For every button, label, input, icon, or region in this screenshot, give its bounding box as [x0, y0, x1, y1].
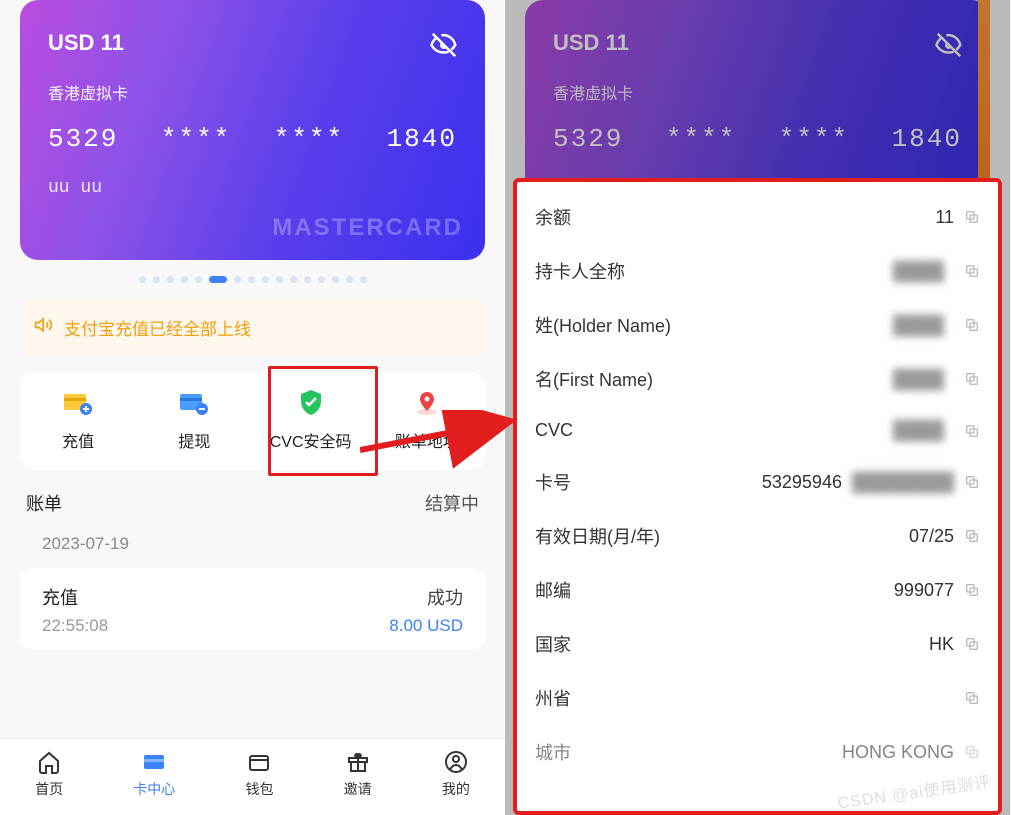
- copy-icon[interactable]: [964, 423, 980, 439]
- bill-result: 成功: [427, 584, 463, 610]
- card-pager[interactable]: [20, 276, 485, 283]
- notice-text: 支付宝充值已经全部上线: [64, 315, 251, 340]
- bill-type: 充值: [42, 584, 78, 610]
- tab-me[interactable]: 我的: [442, 749, 470, 799]
- card-brand-label: MASTERCARD: [272, 214, 463, 242]
- copy-icon[interactable]: [964, 528, 980, 544]
- tab-home[interactable]: 首页: [35, 749, 63, 799]
- detail-row: 城市 HONG KONG: [517, 725, 998, 765]
- detail-value: HK: [929, 634, 954, 655]
- detail-value: 07/25: [909, 526, 954, 547]
- detail-label: 城市: [535, 739, 571, 765]
- phone-screen-left: USD 11 香港虚拟卡 5329 **** **** 1840 uu uu M…: [0, 0, 505, 815]
- action-recharge[interactable]: 充值: [20, 390, 136, 452]
- detail-label: 姓(Holder Name): [535, 312, 671, 338]
- tab-wallet[interactable]: 钱包: [245, 749, 273, 799]
- gift-icon: [345, 749, 371, 775]
- card-details-modal: 余额11持卡人全称████姓(Holder Name)████名(First N…: [513, 178, 1002, 815]
- notice-banner[interactable]: 支付宝充值已经全部上线: [20, 299, 485, 356]
- tab-card-center[interactable]: 卡中心: [133, 749, 175, 799]
- detail-label: CVC: [535, 420, 573, 441]
- detail-label: 国家: [535, 631, 571, 657]
- detail-row: 有效日期(月/年) 07/25: [517, 509, 998, 563]
- card-icon: [141, 749, 167, 775]
- detail-value: HONG KONG: [842, 742, 954, 763]
- card-holder: uu uu: [48, 178, 457, 198]
- speaker-icon: [34, 315, 54, 340]
- bill-amount: 8.00 USD: [389, 616, 463, 636]
- action-withdraw[interactable]: 提现: [136, 390, 252, 452]
- copy-icon[interactable]: [964, 744, 980, 760]
- detail-value: 11: [935, 207, 954, 228]
- copy-icon[interactable]: [964, 209, 980, 225]
- recharge-icon: [63, 390, 93, 416]
- bill-item[interactable]: 充值 成功 22:55:08 8.00 USD: [20, 568, 485, 650]
- card-number: 5329 **** **** 1840: [48, 124, 457, 154]
- detail-row: 国家 HK: [517, 617, 998, 671]
- location-icon: [412, 390, 442, 416]
- bill-time: 22:55:08: [42, 616, 108, 636]
- copy-icon[interactable]: [964, 371, 980, 387]
- phone-screen-right: USD 11 香港虚拟卡 5329********1840 余额11持卡人全称█…: [505, 0, 1010, 815]
- copy-icon[interactable]: [964, 690, 980, 706]
- home-icon: [36, 749, 62, 775]
- bill-date: 2023-07-19: [20, 530, 485, 568]
- person-icon: [443, 749, 469, 775]
- wallet-icon: [246, 749, 272, 775]
- actions-panel: 充值 提现 CVC安全码 账单地址: [20, 372, 485, 470]
- detail-label: 余额: [535, 204, 571, 230]
- detail-row: 持卡人全称████: [517, 244, 998, 298]
- eye-off-icon: [934, 30, 964, 52]
- withdraw-icon: [179, 390, 209, 416]
- card-name: 香港虚拟卡: [48, 80, 457, 104]
- copy-icon[interactable]: [964, 263, 980, 279]
- detail-row: 余额 11: [517, 190, 998, 244]
- detail-row: 名(First Name)████: [517, 352, 998, 406]
- detail-row: CVC████: [517, 406, 998, 455]
- detail-label: 州省: [535, 685, 571, 711]
- detail-value: 999077: [894, 580, 954, 601]
- tab-bar: 首页 卡中心 钱包 邀请 我的: [0, 738, 505, 815]
- detail-row: 邮编 999077: [517, 563, 998, 617]
- card-balance: USD 11: [48, 30, 457, 56]
- detail-row: 姓(Holder Name)████: [517, 298, 998, 352]
- action-billing-address[interactable]: 账单地址: [369, 390, 485, 452]
- tab-invite[interactable]: 邀请: [344, 749, 372, 799]
- bills-title: 账单: [26, 490, 62, 516]
- detail-row: 州省: [517, 671, 998, 725]
- bills-header: 账单 结算中: [20, 490, 485, 530]
- copy-icon[interactable]: [964, 317, 980, 333]
- detail-label: 持卡人全称: [535, 258, 625, 284]
- copy-icon[interactable]: [964, 636, 980, 652]
- detail-label: 邮编: [535, 577, 571, 603]
- detail-label: 卡号: [535, 469, 571, 495]
- bills-status[interactable]: 结算中: [425, 490, 479, 516]
- copy-icon[interactable]: [964, 474, 980, 490]
- virtual-card[interactable]: USD 11 香港虚拟卡 5329 **** **** 1840 uu uu M…: [20, 0, 485, 260]
- detail-label: 有效日期(月/年): [535, 523, 660, 549]
- detail-value: 53295946: [762, 472, 842, 493]
- detail-label: 名(First Name): [535, 366, 653, 392]
- detail-row: 卡号53295946████████: [517, 455, 998, 509]
- copy-icon[interactable]: [964, 582, 980, 598]
- eye-off-icon[interactable]: [429, 30, 459, 52]
- annotation-highlight-box: [268, 366, 378, 476]
